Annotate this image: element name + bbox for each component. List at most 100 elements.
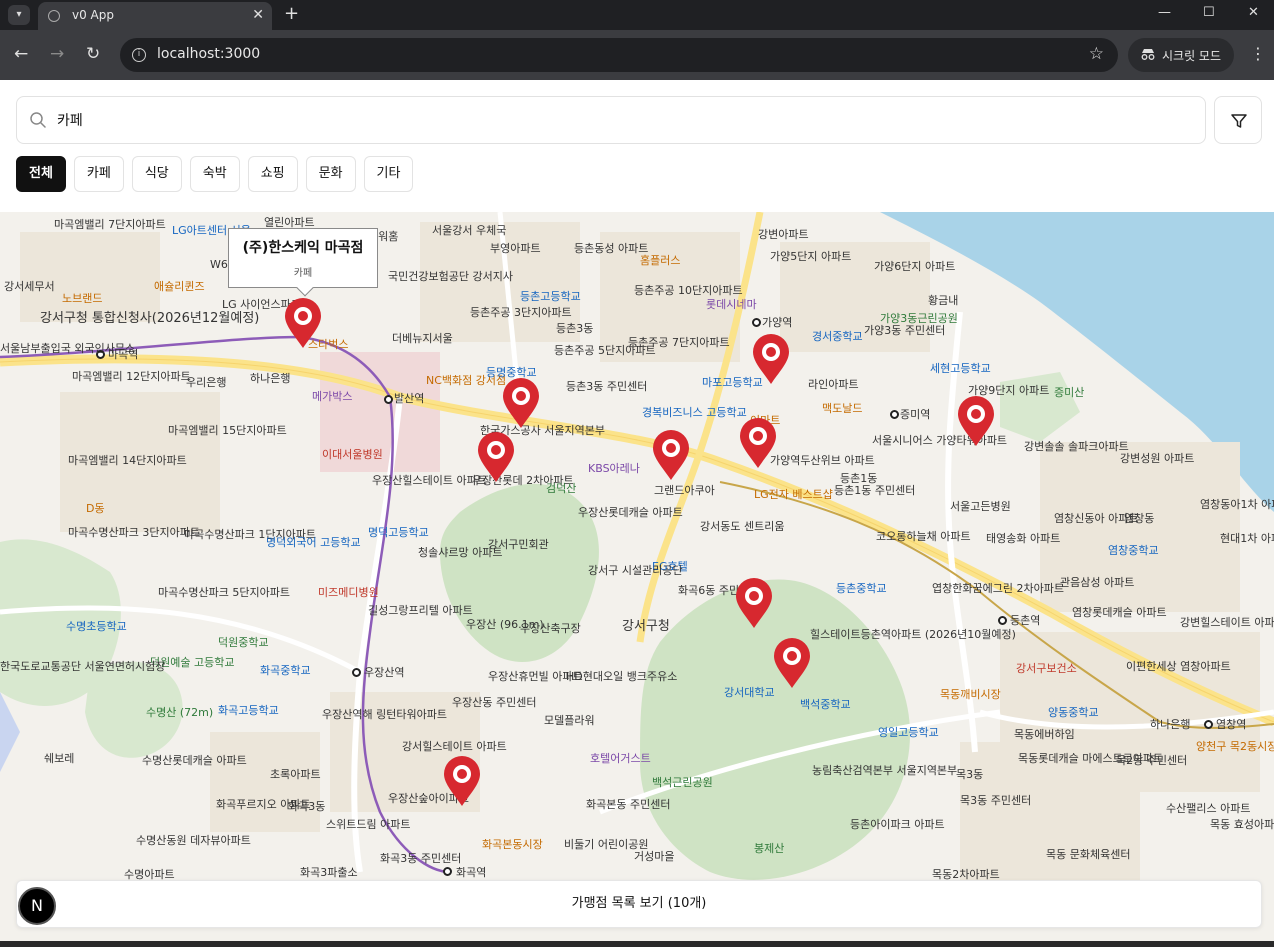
maximize-icon[interactable]: ☐ <box>1203 4 1215 22</box>
station-jeungmi[interactable] <box>890 410 899 419</box>
map-label: 덕원중학교 <box>218 636 269 649</box>
map-pin[interactable] <box>956 396 996 448</box>
station-deungchon[interactable] <box>998 616 1007 625</box>
map-label: 우장산동 주민센터 <box>452 696 537 709</box>
map-label: 맥도날드 <box>822 402 863 415</box>
map-pin[interactable] <box>476 432 516 484</box>
incognito-indicator[interactable]: 시크릿 모드 <box>1128 38 1234 72</box>
map-label: 길성그랑프리텔 아파트 <box>368 604 473 617</box>
map-label: 서울고든병원 <box>950 500 1011 513</box>
map-label: W6 <box>210 258 228 271</box>
map-label: 한국도로교통공단 서울연면허시험장 <box>0 660 166 673</box>
taskbar-edge <box>0 941 1274 947</box>
map-label: 등촌3동 <box>556 322 594 335</box>
store-info-popup[interactable]: (주)한스케익 마곡점 카페 <box>228 228 378 297</box>
category-chip[interactable]: 쇼핑 <box>247 156 298 192</box>
station-balsan[interactable] <box>384 395 393 404</box>
incognito-icon <box>1141 49 1155 60</box>
map-label: 거성마을 <box>634 850 675 863</box>
map-label: 이편한세상 염창아파트 <box>1126 660 1231 673</box>
map-pin[interactable] <box>283 298 323 350</box>
map-pin[interactable] <box>751 334 791 386</box>
address-bar[interactable]: i localhost:3000 ☆ <box>120 38 1118 72</box>
map-label: 현대1차 아파트 <box>1220 532 1274 545</box>
browser-tab[interactable]: v0 App ✕ <box>38 2 272 30</box>
forward-icon[interactable]: → <box>50 44 64 64</box>
back-icon[interactable]: ← <box>14 44 28 64</box>
map-label: 가양역 <box>762 316 793 329</box>
map-label: 강변힐스테이트 아파트 <box>1180 616 1274 629</box>
category-chip[interactable]: 문화 <box>305 156 356 192</box>
bookmark-star-icon[interactable]: ☆ <box>1089 44 1104 64</box>
tab-search-button[interactable]: ▾ <box>8 5 30 25</box>
globe-icon <box>48 10 60 22</box>
map-label: 하나은행 <box>250 372 291 385</box>
map-pin[interactable] <box>772 638 812 690</box>
site-info-icon[interactable]: i <box>132 48 146 62</box>
map-label: 목3동 주민센터 <box>960 794 1032 807</box>
map-label: 검덕산 <box>546 482 577 495</box>
map-pin[interactable] <box>734 578 774 630</box>
map-label: 양동중학교 <box>1048 706 1099 719</box>
map-label: 등촌1동 주민센터 <box>834 484 916 497</box>
search-box[interactable] <box>16 96 1206 144</box>
map-label: 마곡수명산파크 3단지아파트 <box>68 526 200 539</box>
map-label: KBS아레나 <box>588 462 640 475</box>
map-label: 등촌주공 10단지아파트 <box>634 284 743 297</box>
close-tab-icon[interactable]: ✕ <box>252 6 264 24</box>
map-label: 마곡엠밸리 7단지아파트 <box>54 218 166 231</box>
map-label: 농림축산검역본부 서울지역본부 <box>812 764 958 777</box>
map-label: 강서구청 <box>622 619 670 634</box>
map-label: 우장산축구장 <box>520 622 581 635</box>
category-chip[interactable]: 식당 <box>131 156 182 192</box>
category-chip[interactable]: 전체 <box>16 156 66 192</box>
map-label: 증미역 <box>900 408 931 421</box>
station-gayang[interactable] <box>752 318 761 327</box>
map-label: 수명초등학교 <box>66 620 127 633</box>
station-ujangsan[interactable] <box>352 668 361 677</box>
reload-icon[interactable]: ↻ <box>86 44 100 64</box>
category-chip[interactable]: 기타 <box>363 156 414 192</box>
filter-icon <box>1231 114 1247 128</box>
map-pin[interactable] <box>651 430 691 482</box>
view-store-list-button[interactable]: 가맹점 목록 보기 (10개) <box>16 880 1262 928</box>
filter-button[interactable] <box>1214 96 1262 144</box>
map-label: 증미산 <box>1054 386 1085 399</box>
category-chip[interactable]: 숙박 <box>189 156 240 192</box>
map-label: 경복비즈니스 고등학교 <box>642 406 747 419</box>
station-yeomchang[interactable] <box>1204 720 1213 729</box>
map-label: 쉐보레 <box>44 752 75 765</box>
map-label: 메가박스 <box>312 390 353 403</box>
map-label: 가양5단지 아파트 <box>770 250 852 263</box>
close-window-icon[interactable]: ✕ <box>1248 4 1259 22</box>
map-label: 우장산역 <box>364 666 405 679</box>
station-hwagok[interactable] <box>443 867 452 876</box>
map-label: 우장산힐스테이트 아파트 <box>372 474 487 487</box>
map-label: 홈플러스 <box>640 254 681 267</box>
map-label: 초록아파트 <box>270 768 321 781</box>
map-pin[interactable] <box>738 418 778 470</box>
nextjs-dev-badge[interactable]: N <box>18 887 56 925</box>
map-label: 백석중학교 <box>800 698 851 711</box>
map-label: 염창신동아 아파트 <box>1054 512 1139 525</box>
browser-menu-icon[interactable]: ⋮ <box>1250 44 1266 63</box>
map-label: 강서구 시설관리공단 <box>588 564 683 577</box>
new-tab-button[interactable]: + <box>284 3 299 25</box>
map-label: 염창중학교 <box>1108 544 1159 557</box>
map-label: 부영아파트 <box>490 242 541 255</box>
category-chip[interactable]: 카페 <box>73 156 124 192</box>
map-label: 화곡본동시장 <box>482 838 543 851</box>
map-label: 수명산 (72m) <box>146 706 214 719</box>
map-label: 강서구보건소 <box>1016 662 1077 675</box>
map-label: 강서구청 통합신청사(2026년12월예정) <box>40 311 260 326</box>
map-view[interactable]: 마곡엠밸리 7단지아파트 LG아트센터 서울 W6 LG 사이언스파크 강서세무… <box>0 212 1274 947</box>
map-pin[interactable] <box>442 756 482 808</box>
map-label: 수산팰리스 아파트 <box>1166 802 1251 815</box>
map-label: 등촌3동 주민센터 <box>566 380 648 393</box>
map-label: 엽창한화꿈에그린 2차아파트 <box>932 582 1064 595</box>
search-input[interactable] <box>57 109 1157 131</box>
minimize-icon[interactable]: — <box>1158 4 1171 22</box>
map-pin[interactable] <box>501 378 541 430</box>
map-label: 하나은행 <box>1150 718 1191 731</box>
map-label: 등촌아이파크 아파트 <box>850 818 945 831</box>
